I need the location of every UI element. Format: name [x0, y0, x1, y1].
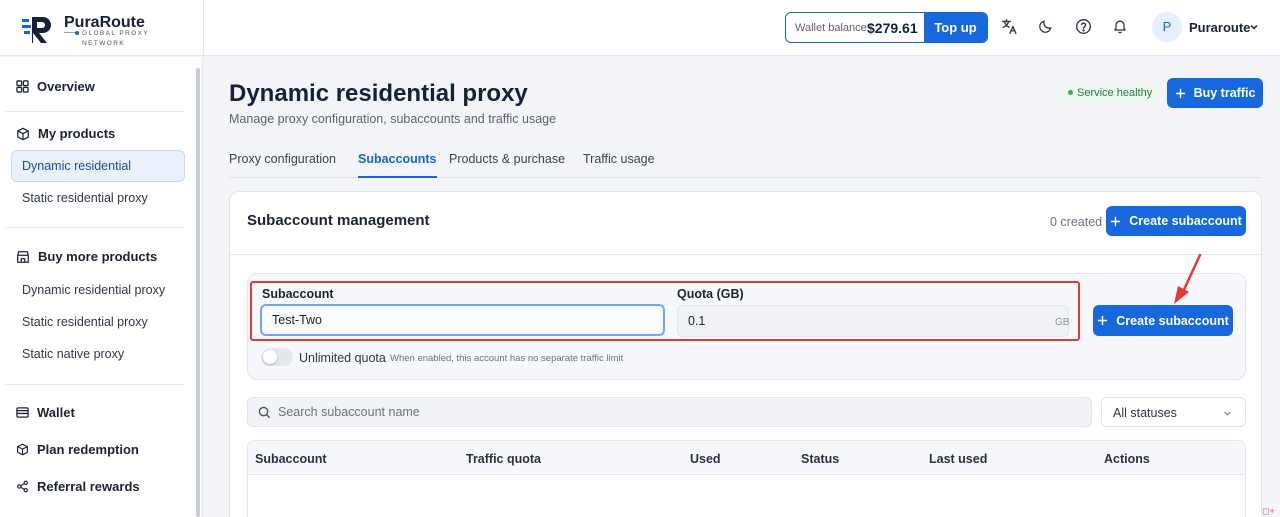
search-input[interactable]: [276, 398, 1076, 426]
chevron-down-icon: [1224, 411, 1231, 416]
subaccounts-table: Subaccount Traffic quota Used Status Las…: [247, 440, 1246, 517]
cube-icon: [17, 443, 28, 456]
column-header-last-used[interactable]: Last used: [929, 452, 987, 466]
create-subaccount-submit-label: Create subaccount: [1116, 313, 1229, 328]
tab-bar: Proxy configuration Subaccounts Products…: [229, 150, 1262, 178]
plus-icon: [1111, 216, 1121, 226]
unlimited-quota-label: Unlimited quota: [299, 351, 386, 365]
help-icon[interactable]: [1073, 16, 1093, 36]
sidebar-item-overview[interactable]: Overview: [16, 79, 95, 94]
box-icon: [17, 127, 29, 140]
sidebar-scrollbar[interactable]: [196, 68, 200, 517]
sidebar-item-buy-dynamic-residential-proxy[interactable]: Dynamic residential proxy: [11, 274, 185, 306]
card-title: Subaccount management: [247, 212, 430, 229]
wallet-balance-widget: Wallet balance $279.61 Top up: [785, 12, 988, 43]
top-up-button[interactable]: Top up: [924, 13, 987, 42]
sidebar-item-static-residential-proxy[interactable]: Static residential proxy: [11, 182, 185, 214]
sidebar-divider: [5, 227, 185, 228]
user-menu[interactable]: P Puraroute: [1152, 12, 1262, 44]
bell-icon[interactable]: [1110, 16, 1130, 36]
sidebar-item-buy-static-residential-proxy[interactable]: Static residential proxy: [11, 306, 185, 338]
wallet-icon: [16, 407, 29, 418]
table-header-row: Subaccount Traffic quota Used Status Las…: [248, 441, 1245, 475]
wallet-balance-value: $279.61: [867, 20, 918, 36]
header-divider: [203, 0, 204, 56]
plus-icon: [1098, 315, 1108, 326]
floating-widget-icon[interactable]: ◻+: [1262, 506, 1275, 517]
quota-field-label: Quota (GB): [677, 287, 744, 301]
sidebar-item-buy-static-native-proxy[interactable]: Static native proxy: [11, 338, 185, 370]
create-subaccount-submit-button[interactable]: Create subaccount: [1093, 305, 1233, 336]
share-icon: [17, 480, 28, 493]
sidebar-item-wallet[interactable]: Wallet: [16, 405, 75, 420]
sidebar-item-dynamic-residential[interactable]: Dynamic residential: [11, 150, 185, 182]
unlimited-quota-help: When enabled, this account has no separa…: [390, 353, 624, 364]
search-icon: [258, 406, 271, 419]
annotation-arrow-icon: [1174, 253, 1202, 304]
create-subaccount-form: Subaccount Quota (GB) GB Create subaccou…: [247, 273, 1246, 380]
sidebar-divider: [5, 384, 185, 385]
store-icon: [17, 250, 29, 263]
quota-unit-suffix: GB: [1055, 317, 1070, 328]
logo-mark-icon: [22, 17, 51, 43]
subaccount-management-card: Subaccount management 0 created Create s…: [229, 191, 1262, 517]
brand-logo[interactable]: PuraRoute GLOBAL PROXY NETWORK: [20, 8, 200, 50]
brand-tagline: GLOBAL PROXY NETWORK: [82, 30, 150, 47]
grid-icon: [16, 80, 29, 93]
tab-products-purchase[interactable]: Products & purchase: [449, 152, 565, 178]
sidebar-section-label: Buy more products: [38, 249, 158, 264]
create-subaccount-label: Create subaccount: [1129, 214, 1242, 228]
column-header-status[interactable]: Status: [801, 452, 839, 466]
subaccount-name-input[interactable]: [260, 304, 665, 336]
search-box: [247, 397, 1092, 427]
sidebar-section-my-products[interactable]: My products: [16, 126, 115, 141]
sidebar-item-label: Overview: [37, 79, 95, 94]
quota-input[interactable]: [677, 305, 1069, 337]
plus-icon: [1175, 88, 1185, 98]
page-subtitle: Manage proxy configuration, subaccounts …: [229, 112, 557, 126]
column-header-traffic-quota[interactable]: Traffic quota: [466, 452, 541, 466]
user-name: Puraroute: [1189, 20, 1251, 35]
wallet-balance-label: Wallet balance: [795, 22, 867, 34]
tab-traffic-usage[interactable]: Traffic usage: [583, 152, 655, 178]
brand-divider: [64, 30, 79, 35]
sidebar-item-referral-rewards[interactable]: Referral rewards: [16, 479, 140, 494]
sidebar-section-label: My products: [38, 126, 116, 141]
buy-traffic-label: Buy traffic: [1193, 86, 1256, 100]
chevron-down-icon: [1250, 24, 1258, 30]
sidebar-item-label: Plan redemption: [37, 442, 139, 457]
avatar: P: [1152, 12, 1182, 42]
unlimited-quota-toggle[interactable]: [261, 348, 293, 366]
page-title: Dynamic residential proxy: [229, 80, 528, 107]
sidebar-item-plan-redemption[interactable]: Plan redemption: [16, 442, 139, 457]
status-filter-value: All statuses: [1113, 406, 1177, 420]
buy-traffic-button[interactable]: Buy traffic: [1167, 78, 1263, 108]
translate-icon[interactable]: [999, 16, 1019, 36]
moon-icon[interactable]: [1036, 16, 1056, 36]
column-header-actions: Actions: [1104, 452, 1150, 466]
column-header-used[interactable]: Used: [690, 452, 721, 466]
sidebar-item-label: Referral rewards: [37, 479, 140, 494]
created-count: 0 created: [1050, 215, 1103, 229]
sidebar-divider: [5, 111, 185, 112]
top-bar: PuraRoute GLOBAL PROXY NETWORK Wallet ba…: [0, 0, 1280, 56]
status-badge: Service healthy: [1060, 83, 1161, 103]
column-header-subaccount[interactable]: Subaccount: [255, 452, 327, 466]
card-divider: [230, 254, 1261, 255]
create-subaccount-header-button[interactable]: Create subaccount: [1106, 206, 1246, 236]
subaccount-field-label: Subaccount: [262, 287, 334, 301]
sidebar: Overview My products Dynamic residential…: [0, 57, 203, 517]
sidebar-item-label: Wallet: [37, 405, 75, 420]
tab-proxy-configuration[interactable]: Proxy configuration: [229, 152, 336, 178]
status-filter-select[interactable]: All statuses: [1101, 397, 1246, 427]
tab-subaccounts[interactable]: Subaccounts: [358, 152, 437, 178]
sidebar-section-buy-more-products[interactable]: Buy more products: [16, 249, 157, 264]
